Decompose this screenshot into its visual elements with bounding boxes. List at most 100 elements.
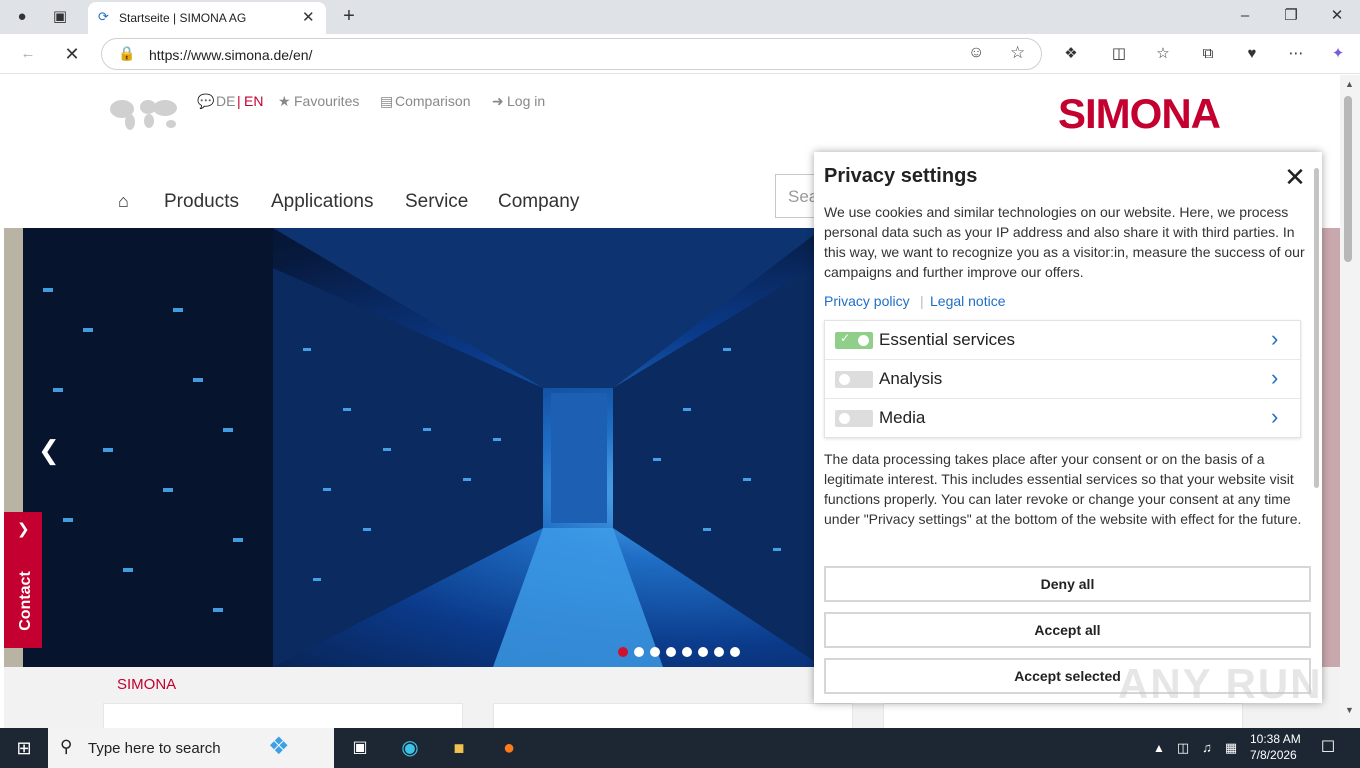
search-icon: ⚲ [60,737,73,756]
tray-chevron-icon[interactable]: ▲ [1147,736,1171,760]
contact-tab[interactable]: ❯ Contact [4,512,42,648]
favorites-icon[interactable]: ☆ [1151,42,1175,66]
anyrun-watermark: ANY RUN [1118,660,1323,707]
slider-dot-active[interactable] [618,647,628,657]
loading-icon: ⟳ [98,9,109,24]
page-scroll-thumb[interactable] [1344,96,1352,262]
menu-dots-icon[interactable]: ⋯ [1284,42,1308,66]
window-close-icon[interactable]: ✕ [1325,4,1349,28]
read-aloud-icon[interactable]: ☺ [968,44,984,62]
service-row-media[interactable]: Media › [825,399,1300,438]
split-screen-icon[interactable]: ◫ [1107,42,1131,66]
privacy-policy-link[interactable]: Privacy policy [824,293,910,309]
url-text[interactable]: https://www.simona.de/en/ [149,47,312,63]
lang-en-link[interactable]: EN [244,93,263,109]
favourites-star-icon: ★ [278,93,291,109]
network-icon[interactable]: ◫ [1171,736,1195,760]
favorite-star-icon[interactable]: ☆ [1010,43,1025,63]
section-label: SIMONA [117,676,177,693]
simona-logo[interactable]: SIMONA [1058,90,1221,138]
browser-tab[interactable]: ⟳ Startseite | SIMONA AG ✕ [88,2,326,34]
file-explorer-icon[interactable]: ■ [447,736,471,760]
chevron-right-icon[interactable]: › [1271,404,1278,430]
lang-de-link[interactable]: DE [216,93,235,109]
browser-toolbar: ← ✕ 🔒 https://www.simona.de/en/ ☺ ☆ ❖ ◫ … [0,34,1360,74]
comparison-link[interactable]: Comparison [395,93,470,109]
service-row-analysis[interactable]: Analysis › [825,360,1300,399]
new-tab-icon[interactable]: + [337,4,361,28]
chevron-right-icon[interactable]: › [1271,326,1278,352]
service-label: Essential services [879,330,1016,349]
nav-applications[interactable]: Applications [271,191,373,213]
nav-products[interactable]: Products [164,191,239,213]
extensions-icon[interactable]: ❖ [1059,42,1083,66]
legal-notice-link[interactable]: Legal notice [930,293,1006,309]
task-view-icon[interactable]: ▣ [348,736,372,760]
comparison-doc-icon: ▤ [380,93,394,109]
essential-toggle[interactable]: ✓ [835,331,873,349]
scroll-up-icon[interactable]: ▲ [1345,79,1354,89]
tab-actions-icon[interactable]: ▣ [48,5,72,29]
back-icon[interactable]: ← [16,42,40,66]
close-icon[interactable]: ✕ [1282,164,1308,190]
dialog-scroll-thumb[interactable] [1314,168,1319,488]
media-toggle[interactable] [835,410,873,427]
copilot-icon[interactable]: ✦ [1326,42,1350,66]
slider-dot[interactable] [650,647,660,657]
tab-title: Startseite | SIMONA AG [119,11,247,25]
clock-date[interactable]: 7/8/2026 [1250,748,1297,762]
service-row-essential[interactable]: ✓ Essential services › [825,321,1300,360]
ime-icon[interactable]: ▦ [1219,736,1243,760]
nav-company[interactable]: Company [498,191,579,213]
profile-icon[interactable]: ● [10,5,34,29]
stop-loading-icon[interactable]: ✕ [60,42,84,66]
windows-taskbar: ⊞ ⚲ Type here to search ❖ ▣ ◉ ■ ● ▲ ◫ ♫ … [0,728,1360,768]
address-bar[interactable]: 🔒 https://www.simona.de/en/ ☺ ☆ [101,38,1042,70]
content-card[interactable] [103,703,463,728]
edge-icon[interactable]: ◉ [398,736,422,760]
chevron-right-icon[interactable]: › [1271,365,1278,391]
favourites-link[interactable]: Favourites [294,93,359,109]
firefox-icon[interactable]: ● [497,736,521,760]
slider-dot[interactable] [682,647,692,657]
site-info-icon[interactable]: 🔒 [118,45,135,62]
check-icon: ✓ [840,331,851,345]
windows-start-icon[interactable]: ⊞ [12,736,36,760]
contact-chevron-icon: ❯ [17,521,30,538]
clock-time[interactable]: 10:38 AM [1250,732,1301,746]
volume-icon[interactable]: ♫ [1195,736,1219,760]
service-label: Analysis [879,369,943,388]
slider-dot[interactable] [666,647,676,657]
restore-icon[interactable]: ❐ [1279,4,1303,28]
lang-separator: | [237,93,241,109]
search-highlight-icon: ❖ [268,733,290,760]
scroll-down-icon[interactable]: ▼ [1345,705,1354,715]
privacy-settings-dialog: Privacy settings ✕ We use cookies and si… [814,152,1322,703]
language-icon: 💬 [197,93,215,109]
slider-dot[interactable] [730,647,740,657]
taskbar-search-input[interactable]: ⚲ Type here to search ❖ [48,728,334,768]
world-map-icon[interactable] [108,95,180,131]
link-separator: | [920,293,924,309]
slider-dot[interactable] [714,647,724,657]
deny-all-button[interactable]: Deny all [824,566,1311,602]
content-card[interactable] [493,703,853,728]
nav-service[interactable]: Service [405,191,468,213]
privacy-title: Privacy settings [824,165,978,187]
accept-all-button[interactable]: Accept all [824,612,1311,648]
login-link[interactable]: Log in [507,93,545,109]
home-icon[interactable]: ⌂ [118,191,129,212]
notifications-icon[interactable]: ☐ [1316,736,1340,760]
toggle-knob [858,335,869,346]
slider-dot[interactable] [698,647,708,657]
collections-icon[interactable]: ⧉ [1196,42,1220,66]
analysis-toggle[interactable] [835,371,873,388]
server-racks-graphic [23,228,823,667]
service-categories: ✓ Essential services › Analysis › Media … [824,320,1301,438]
minimize-icon[interactable]: – [1233,4,1257,28]
slider-dot[interactable] [634,647,644,657]
tab-close-icon[interactable]: ✕ [302,8,315,26]
slider-prev-chevron-icon[interactable]: ❮ [38,435,60,466]
browser-essentials-icon[interactable]: ♥ [1240,42,1264,66]
login-icon: ➜ [492,93,504,109]
